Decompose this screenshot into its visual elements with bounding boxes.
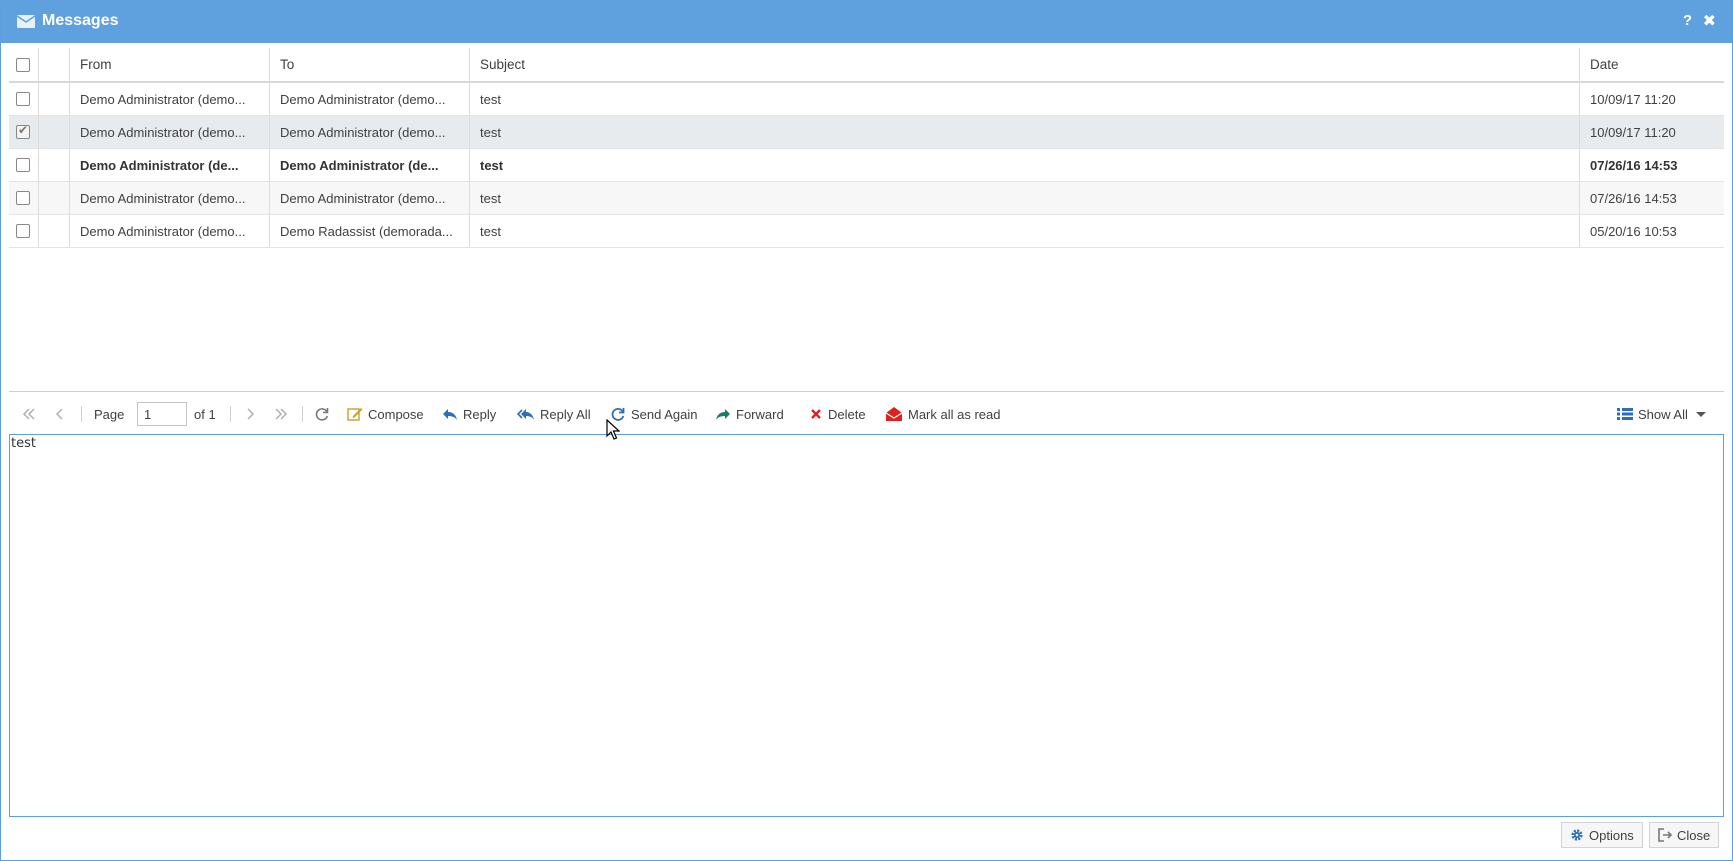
double-chevron-right-icon	[275, 408, 288, 420]
cell-from: Demo Administrator (demo...	[80, 124, 246, 140]
double-chevron-left-icon	[22, 408, 35, 420]
reply-icon	[443, 409, 457, 420]
close-label: Close	[1677, 827, 1711, 843]
cell-from: Demo Administrator (demo...	[80, 190, 246, 206]
row-checkbox[interactable]	[16, 224, 30, 238]
cell-to: Demo Radassist (demorada...	[280, 223, 453, 239]
page-number-input[interactable]	[137, 402, 187, 426]
window-title: Messages	[42, 12, 119, 29]
last-page-button[interactable]	[273, 398, 294, 430]
header-from[interactable]: From	[70, 48, 270, 81]
cell-date: 05/20/16 10:53	[1590, 223, 1677, 239]
toolbar-separator	[302, 406, 303, 422]
cell-date: 10/09/17 11:20	[1590, 124, 1676, 140]
chevron-left-icon	[55, 408, 63, 420]
table-row[interactable]: Demo Administrator (demo... Demo Adminis…	[9, 116, 1724, 149]
send-again-button[interactable]: Send Again	[610, 398, 698, 430]
compose-button[interactable]: Compose	[347, 398, 424, 430]
gear-icon	[1571, 829, 1583, 841]
table-row[interactable]: Demo Administrator (demo... Demo Radassi…	[9, 215, 1724, 248]
cell-subject: test	[480, 223, 501, 239]
cell-date: 10/09/17 11:20	[1590, 91, 1676, 107]
show-all-dropdown[interactable]: Show All	[1617, 398, 1708, 430]
page-count-label: of 1	[194, 406, 216, 422]
table-row[interactable]: Demo Administrator (demo... Demo Adminis…	[9, 182, 1724, 215]
header-date[interactable]: Date	[1580, 48, 1724, 81]
first-page-button[interactable]	[21, 398, 42, 430]
row-checkbox[interactable]	[16, 123, 30, 139]
list-icon	[1617, 408, 1633, 420]
header-blank	[39, 48, 70, 81]
table-row[interactable]: Demo Administrator (demo... Demo Adminis…	[9, 83, 1724, 116]
cell-subject: test	[480, 124, 501, 140]
forward-label: Forward	[736, 406, 784, 422]
row-checkbox[interactable]	[16, 158, 30, 172]
options-button[interactable]: Options	[1561, 822, 1643, 848]
close-icon[interactable]: ✖	[1703, 11, 1716, 31]
next-page-button[interactable]	[244, 398, 261, 430]
compose-icon	[347, 408, 363, 421]
reply-all-button[interactable]: Reply All	[517, 398, 591, 430]
grid-header: From To Subject Date	[9, 48, 1724, 83]
message-toolbar: Page of 1 Compose Reply Reply All Send A…	[9, 398, 1724, 430]
select-all-cell	[9, 48, 39, 81]
compose-label: Compose	[368, 406, 424, 422]
cell-subject: test	[480, 91, 501, 107]
mark-all-read-label: Mark all as read	[908, 406, 1001, 422]
header-subject[interactable]: Subject	[470, 48, 1580, 81]
help-icon[interactable]: ?	[1683, 12, 1692, 29]
header-to-label: To	[280, 57, 295, 72]
row-checkbox[interactable]	[16, 191, 30, 205]
cell-from: Demo Administrator (de...	[80, 157, 239, 173]
reply-all-icon	[517, 409, 534, 420]
reply-button[interactable]: Reply	[442, 398, 496, 430]
title-bar: Messages ? ✖	[1, 1, 1732, 43]
message-body: test	[11, 436, 36, 451]
cell-to: Demo Administrator (demo...	[280, 190, 446, 206]
cell-to: Demo Administrator (demo...	[280, 124, 446, 140]
cell-date: 07/26/16 14:53	[1590, 157, 1678, 173]
toolbar-separator	[230, 406, 231, 422]
header-subject-label: Subject	[480, 57, 526, 72]
message-preview-pane[interactable]: test	[9, 434, 1724, 817]
cell-to: Demo Administrator (demo...	[280, 91, 446, 107]
show-all-label: Show All	[1638, 406, 1688, 422]
refresh-button[interactable]	[314, 398, 335, 430]
mouse-cursor-icon	[606, 419, 620, 440]
cell-from: Demo Administrator (demo...	[80, 91, 246, 107]
open-envelope-icon	[885, 407, 903, 421]
reply-label: Reply	[463, 406, 497, 422]
prev-page-button[interactable]	[54, 398, 71, 430]
caret-down-icon	[1695, 412, 1706, 417]
row-checkbox[interactable]	[16, 92, 30, 106]
cell-subject: test	[480, 190, 501, 206]
chevron-right-icon	[247, 408, 255, 420]
delete-button[interactable]: Delete	[809, 398, 866, 430]
sign-out-icon	[1658, 828, 1672, 842]
table-row[interactable]: Demo Administrator (de... Demo Administr…	[9, 149, 1724, 182]
refresh-icon	[315, 408, 329, 421]
messages-window: Messages ? ✖ From To Subject Date Demo A…	[0, 0, 1733, 861]
close-button[interactable]: Close	[1649, 822, 1720, 848]
header-date-label: Date	[1590, 57, 1619, 72]
delete-label: Delete	[828, 406, 866, 422]
toolbar-separator	[81, 406, 82, 422]
cell-date: 07/26/16 14:53	[1590, 190, 1677, 206]
delete-x-icon	[811, 409, 821, 419]
cell-subject: test	[480, 157, 504, 173]
cell-to: Demo Administrator (de...	[280, 157, 439, 173]
messages-grid: From To Subject Date Demo Administrator …	[9, 48, 1724, 392]
cell-from: Demo Administrator (demo...	[80, 223, 246, 239]
header-to[interactable]: To	[270, 48, 470, 81]
options-label: Options	[1589, 827, 1634, 843]
send-again-label: Send Again	[631, 406, 698, 422]
reply-all-label: Reply All	[540, 406, 591, 422]
header-from-label: From	[80, 57, 112, 72]
page-label: Page	[94, 406, 125, 422]
mark-all-read-button[interactable]: Mark all as read	[885, 398, 1000, 430]
forward-button[interactable]: Forward	[715, 398, 784, 430]
forward-icon	[716, 409, 730, 420]
select-all-checkbox[interactable]	[16, 57, 30, 72]
envelope-icon	[17, 15, 35, 28]
